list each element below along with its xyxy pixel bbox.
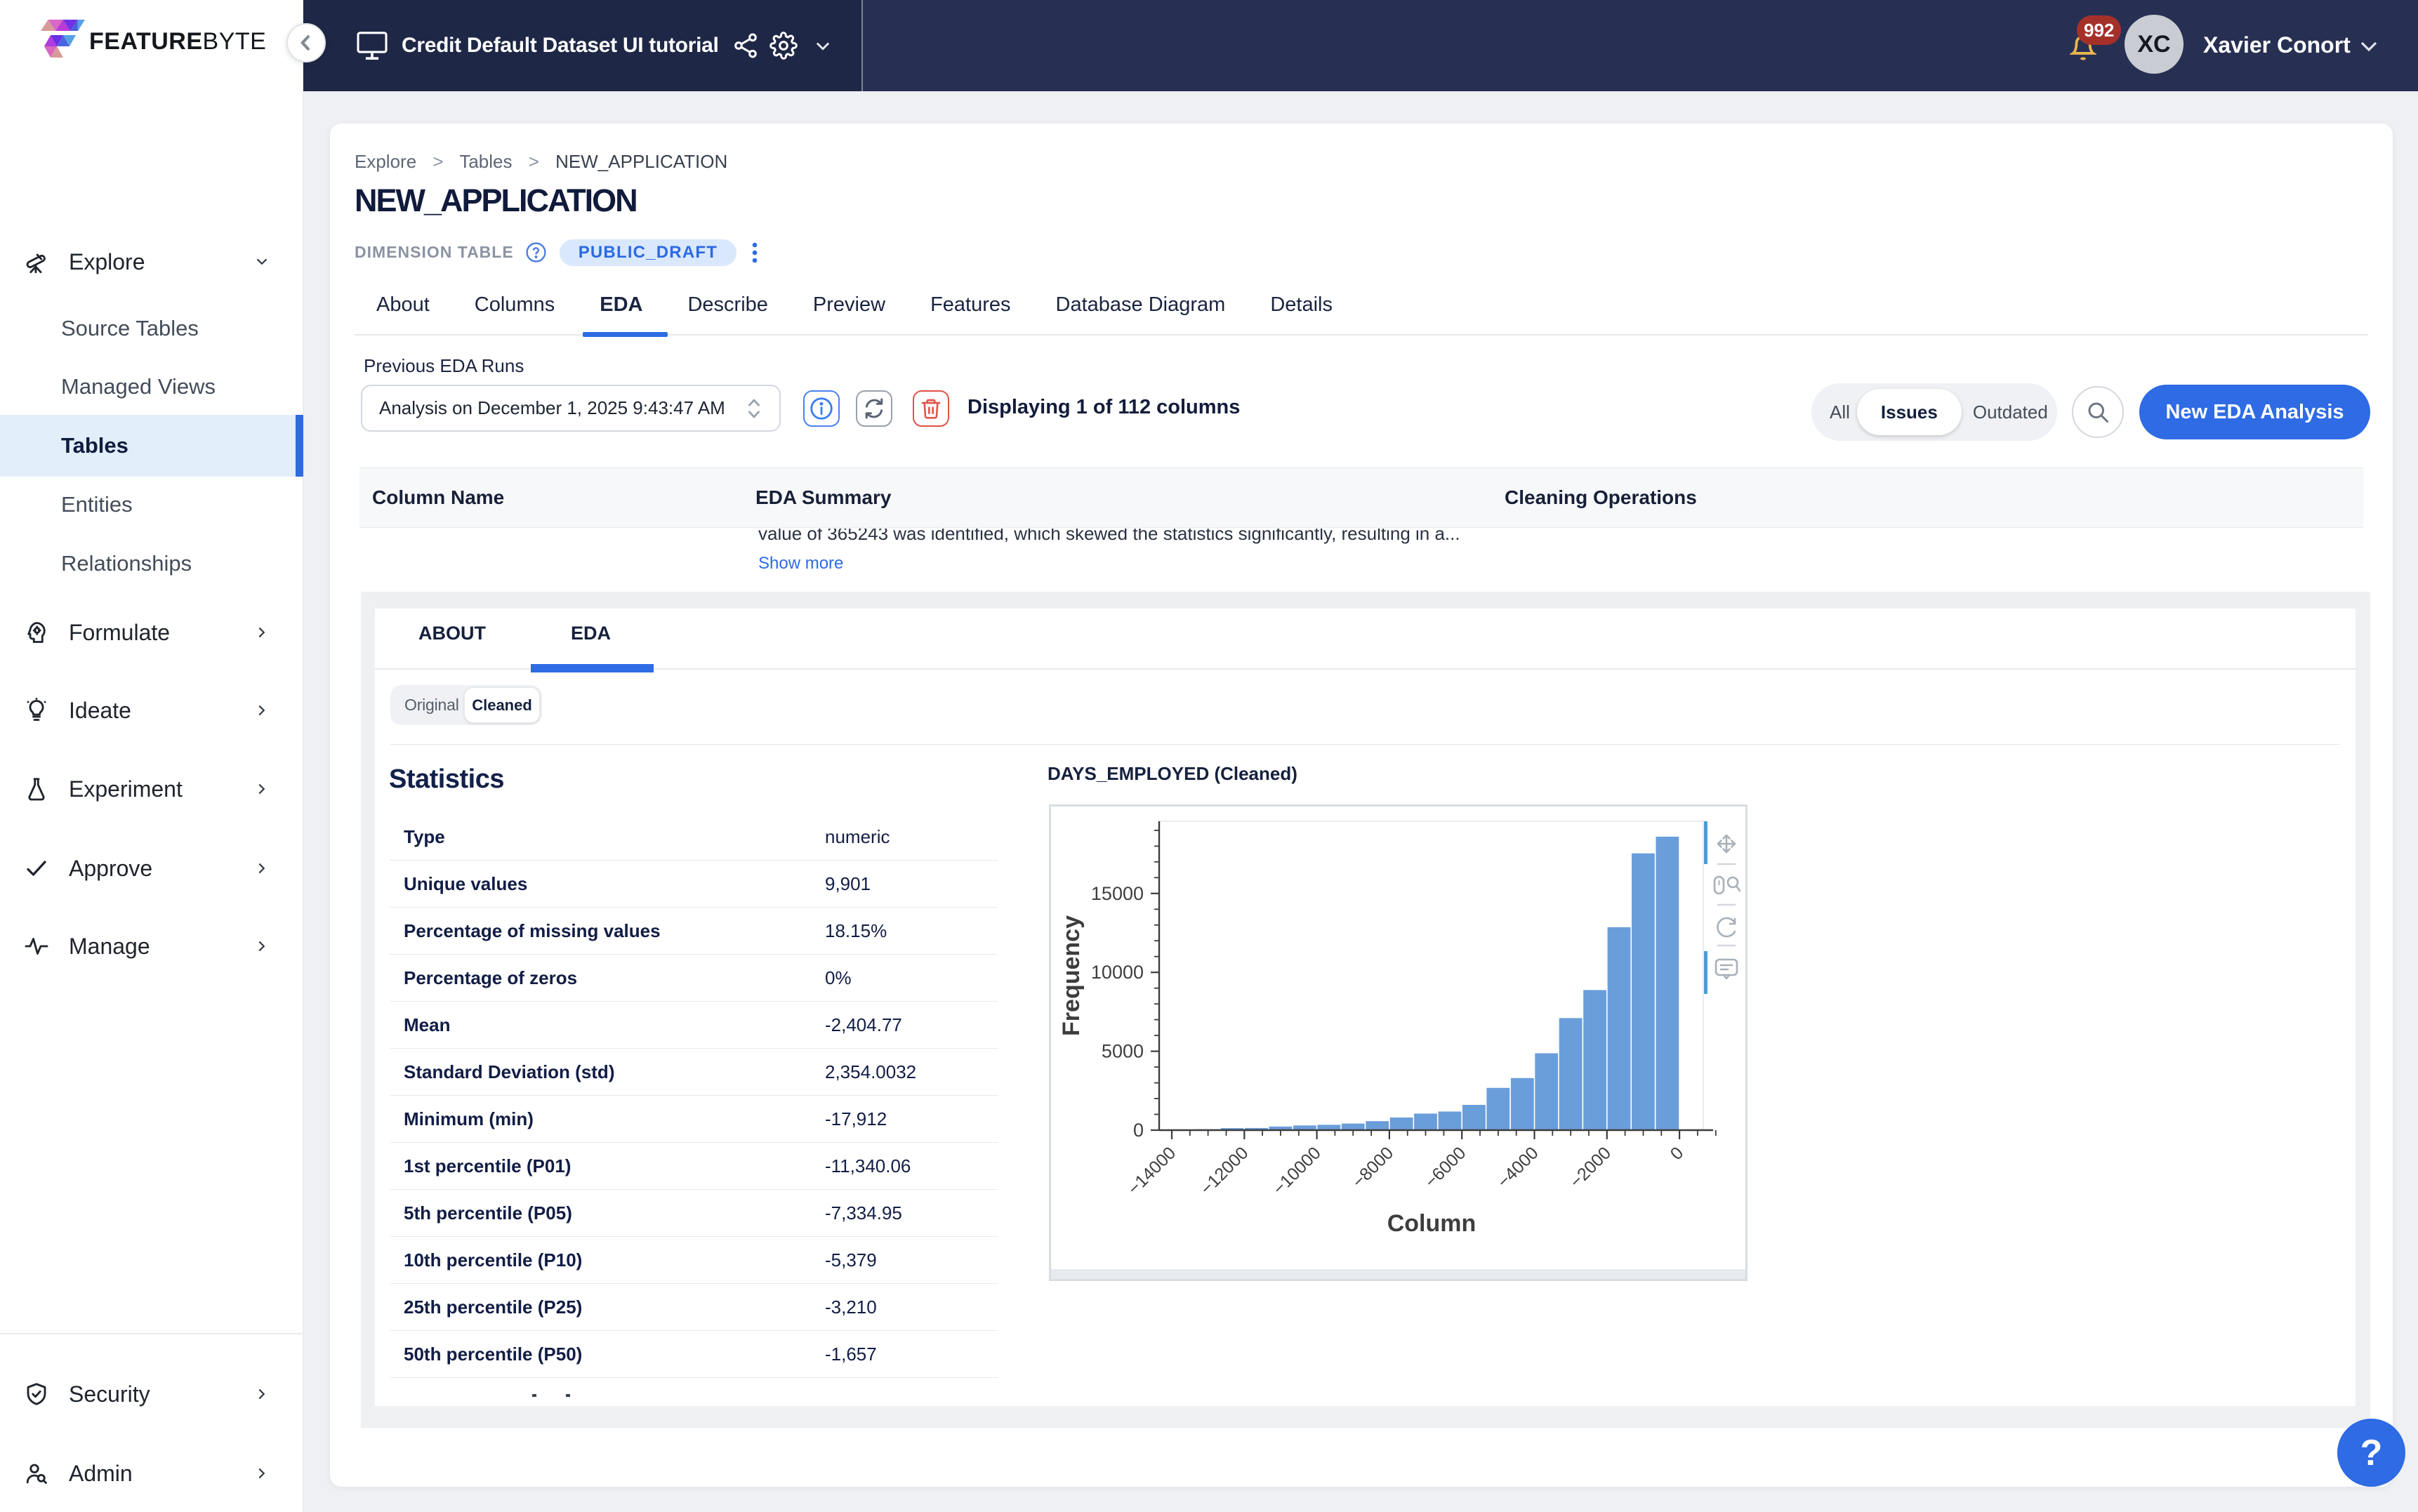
- svg-text:0: 0: [1667, 1143, 1688, 1164]
- svg-text:0: 0: [1133, 1120, 1144, 1141]
- svg-text:−14000: −14000: [1124, 1143, 1180, 1198]
- svg-text:−12000: −12000: [1196, 1143, 1252, 1198]
- svg-text:−2000: −2000: [1566, 1143, 1615, 1191]
- svg-text:Column: Column: [1387, 1210, 1476, 1237]
- svg-text:Frequency: Frequency: [1058, 915, 1085, 1036]
- svg-text:−6000: −6000: [1421, 1143, 1469, 1191]
- svg-text:−8000: −8000: [1349, 1143, 1397, 1191]
- svg-text:15000: 15000: [1091, 883, 1144, 904]
- svg-text:10000: 10000: [1091, 962, 1144, 983]
- svg-text:−10000: −10000: [1269, 1143, 1325, 1198]
- svg-text:−4000: −4000: [1493, 1143, 1542, 1191]
- svg-text:5000: 5000: [1102, 1041, 1144, 1062]
